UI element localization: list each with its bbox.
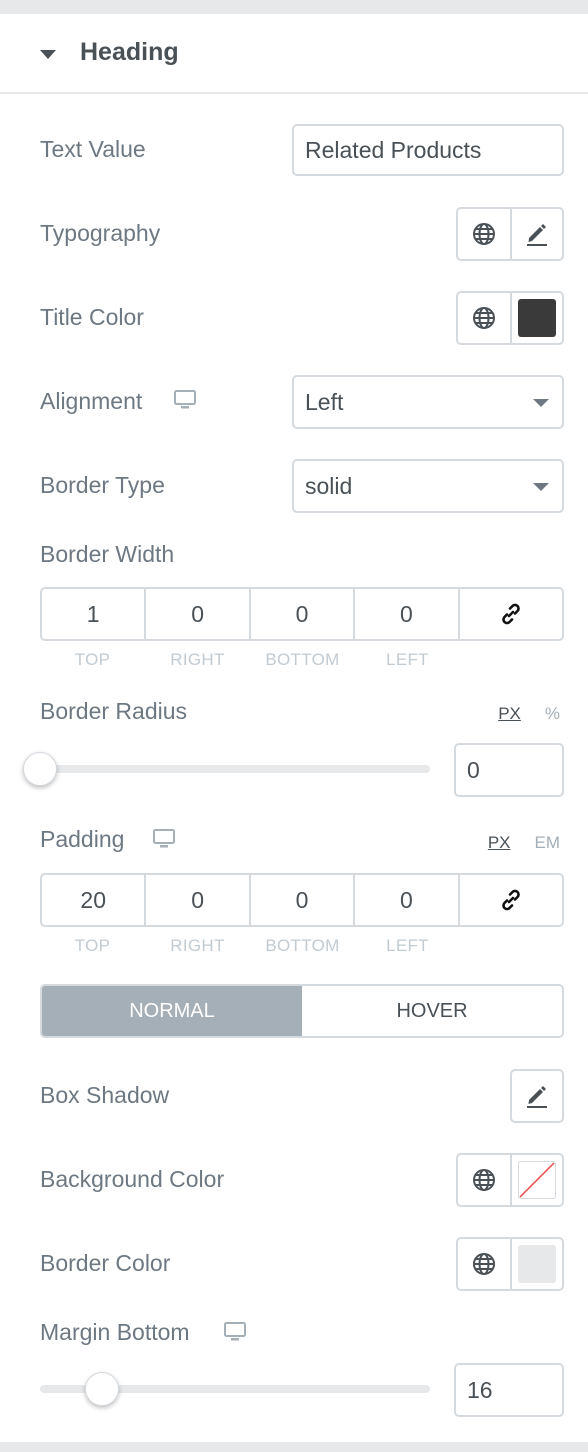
- desktop-icon[interactable]: [174, 390, 196, 410]
- chevron-down-icon: [533, 483, 549, 491]
- border-type-value: solid: [305, 472, 353, 499]
- unit-em-button[interactable]: EM: [535, 833, 561, 853]
- tab-hover[interactable]: HOVER: [302, 986, 562, 1036]
- side-label-right: RIGHT: [170, 650, 225, 669]
- pencil-icon: [527, 224, 547, 246]
- side-label-top: TOP: [74, 936, 111, 955]
- title-color-picker[interactable]: [510, 293, 562, 343]
- padding-bottom-input[interactable]: 0: [251, 875, 356, 925]
- border-color-swatch: [518, 1245, 556, 1283]
- border-radius-slider-handle[interactable]: [23, 752, 57, 786]
- border-width-link-button[interactable]: [460, 589, 562, 639]
- border-width-right-input[interactable]: 0: [146, 589, 251, 639]
- globe-icon: [473, 1253, 495, 1275]
- alignment-select[interactable]: Left: [292, 375, 564, 429]
- padding-link-button[interactable]: [460, 875, 562, 925]
- title-color-swatch: [518, 299, 556, 337]
- padding-units: PX EM: [488, 833, 560, 853]
- desktop-icon[interactable]: [153, 829, 175, 849]
- padding-side-labels: TOP RIGHT BOTTOM LEFT: [40, 936, 460, 956]
- margin-bottom-slider-handle[interactable]: [85, 1372, 119, 1406]
- border-radius-input[interactable]: 0: [454, 743, 564, 797]
- pencil-icon: [527, 1086, 547, 1108]
- padding-right-input[interactable]: 0: [146, 875, 251, 925]
- box-shadow-controls: [510, 1069, 564, 1123]
- side-label-top: TOP: [74, 650, 111, 669]
- box-shadow-label: Box Shadow: [40, 1082, 170, 1108]
- tab-normal[interactable]: NORMAL: [42, 986, 302, 1036]
- link-icon: [502, 603, 520, 625]
- border-color-global-button[interactable]: [458, 1239, 510, 1289]
- controls-panel: Heading Text Value Related Products Typo…: [0, 14, 588, 1442]
- desktop-icon[interactable]: [224, 1322, 246, 1342]
- border-width-left-input[interactable]: 0: [355, 589, 460, 639]
- text-value-label: Text Value: [40, 136, 146, 162]
- unit-px-button[interactable]: PX: [498, 704, 521, 724]
- border-color-controls: [456, 1237, 564, 1291]
- border-radius-slider-track[interactable]: [40, 765, 430, 773]
- caret-down-icon[interactable]: [40, 50, 56, 59]
- typography-edit-button[interactable]: [510, 209, 562, 259]
- state-tabs: NORMAL HOVER: [40, 984, 564, 1038]
- title-color-global-button[interactable]: [458, 293, 510, 343]
- border-radius-units: PX %: [498, 704, 560, 724]
- background-color-controls: [456, 1153, 564, 1207]
- border-width-bottom-input[interactable]: 0: [251, 589, 356, 639]
- border-type-select[interactable]: solid: [292, 459, 564, 513]
- background-color-picker[interactable]: [510, 1155, 562, 1205]
- globe-icon: [473, 307, 495, 329]
- globe-icon: [473, 1169, 495, 1191]
- typography-controls: [456, 207, 564, 261]
- title-color-controls: [456, 291, 564, 345]
- side-label-right: RIGHT: [170, 936, 225, 955]
- border-color-label: Border Color: [40, 1250, 171, 1276]
- section-title: Heading: [80, 38, 179, 66]
- border-color-picker[interactable]: [510, 1239, 562, 1289]
- section-header[interactable]: Heading: [0, 14, 588, 94]
- border-type-label: Border Type: [40, 472, 165, 498]
- padding-left-input[interactable]: 0: [355, 875, 460, 925]
- link-icon: [502, 889, 520, 911]
- side-label-left: LEFT: [386, 936, 429, 955]
- background-color-global-button[interactable]: [458, 1155, 510, 1205]
- side-label-bottom: BOTTOM: [265, 650, 340, 669]
- side-label-left: LEFT: [386, 650, 429, 669]
- padding-top-input[interactable]: 20: [42, 875, 147, 925]
- globe-icon: [473, 223, 495, 245]
- alignment-value: Left: [305, 388, 344, 415]
- unit-percent-button[interactable]: %: [545, 704, 560, 724]
- border-radius-value: 0: [467, 756, 480, 783]
- alignment-label: Alignment: [40, 388, 143, 414]
- typography-label: Typography: [40, 220, 161, 246]
- title-color-label: Title Color: [40, 304, 144, 330]
- margin-bottom-input[interactable]: 16: [454, 1363, 564, 1417]
- no-color-swatch-icon: [518, 1161, 556, 1199]
- border-radius-label: Border Radius: [40, 698, 188, 724]
- text-value-input[interactable]: Related Products: [292, 124, 564, 176]
- background-color-label: Background Color: [40, 1166, 225, 1192]
- border-width-dimensions: 1 0 0 0: [40, 587, 564, 641]
- padding-dimensions: 20 0 0 0: [40, 873, 564, 927]
- text-value-value: Related Products: [305, 136, 482, 163]
- margin-bottom-value: 16: [467, 1376, 493, 1403]
- chevron-down-icon: [533, 399, 549, 407]
- side-label-bottom: BOTTOM: [265, 936, 340, 955]
- border-width-top-input[interactable]: 1: [42, 589, 147, 639]
- border-width-side-labels: TOP RIGHT BOTTOM LEFT: [40, 650, 460, 670]
- border-width-label: Border Width: [40, 541, 175, 567]
- box-shadow-edit-button[interactable]: [512, 1071, 562, 1121]
- typography-global-button[interactable]: [458, 209, 510, 259]
- margin-bottom-label: Margin Bottom: [40, 1319, 190, 1345]
- padding-label: Padding: [40, 826, 125, 852]
- unit-px-button[interactable]: PX: [488, 833, 511, 853]
